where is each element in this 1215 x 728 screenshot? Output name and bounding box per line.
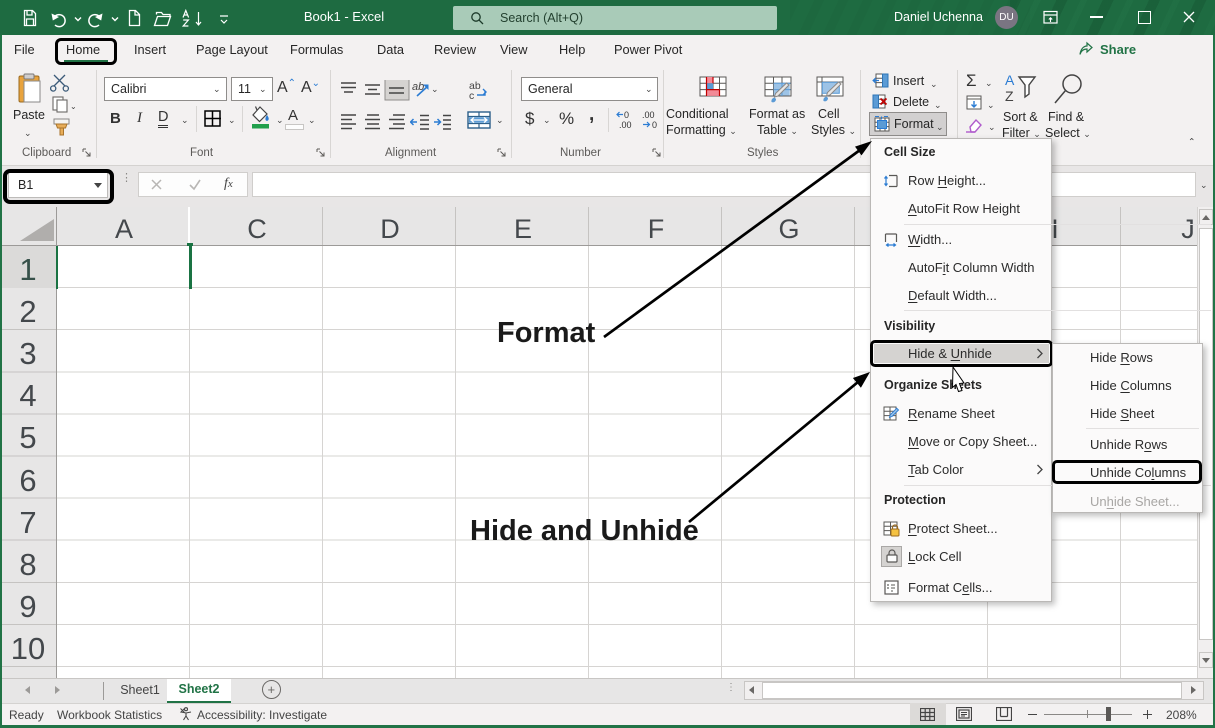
- svg-text:A: A: [1005, 72, 1015, 88]
- svg-text:0: 0: [624, 110, 629, 120]
- svg-text:.00: .00: [642, 110, 655, 120]
- svg-text:0: 0: [652, 120, 657, 130]
- svg-text:⌄: ⌄: [70, 102, 77, 111]
- svg-text:Z: Z: [1005, 88, 1014, 104]
- svg-text:.00: .00: [619, 120, 632, 130]
- svg-text:c: c: [469, 90, 474, 100]
